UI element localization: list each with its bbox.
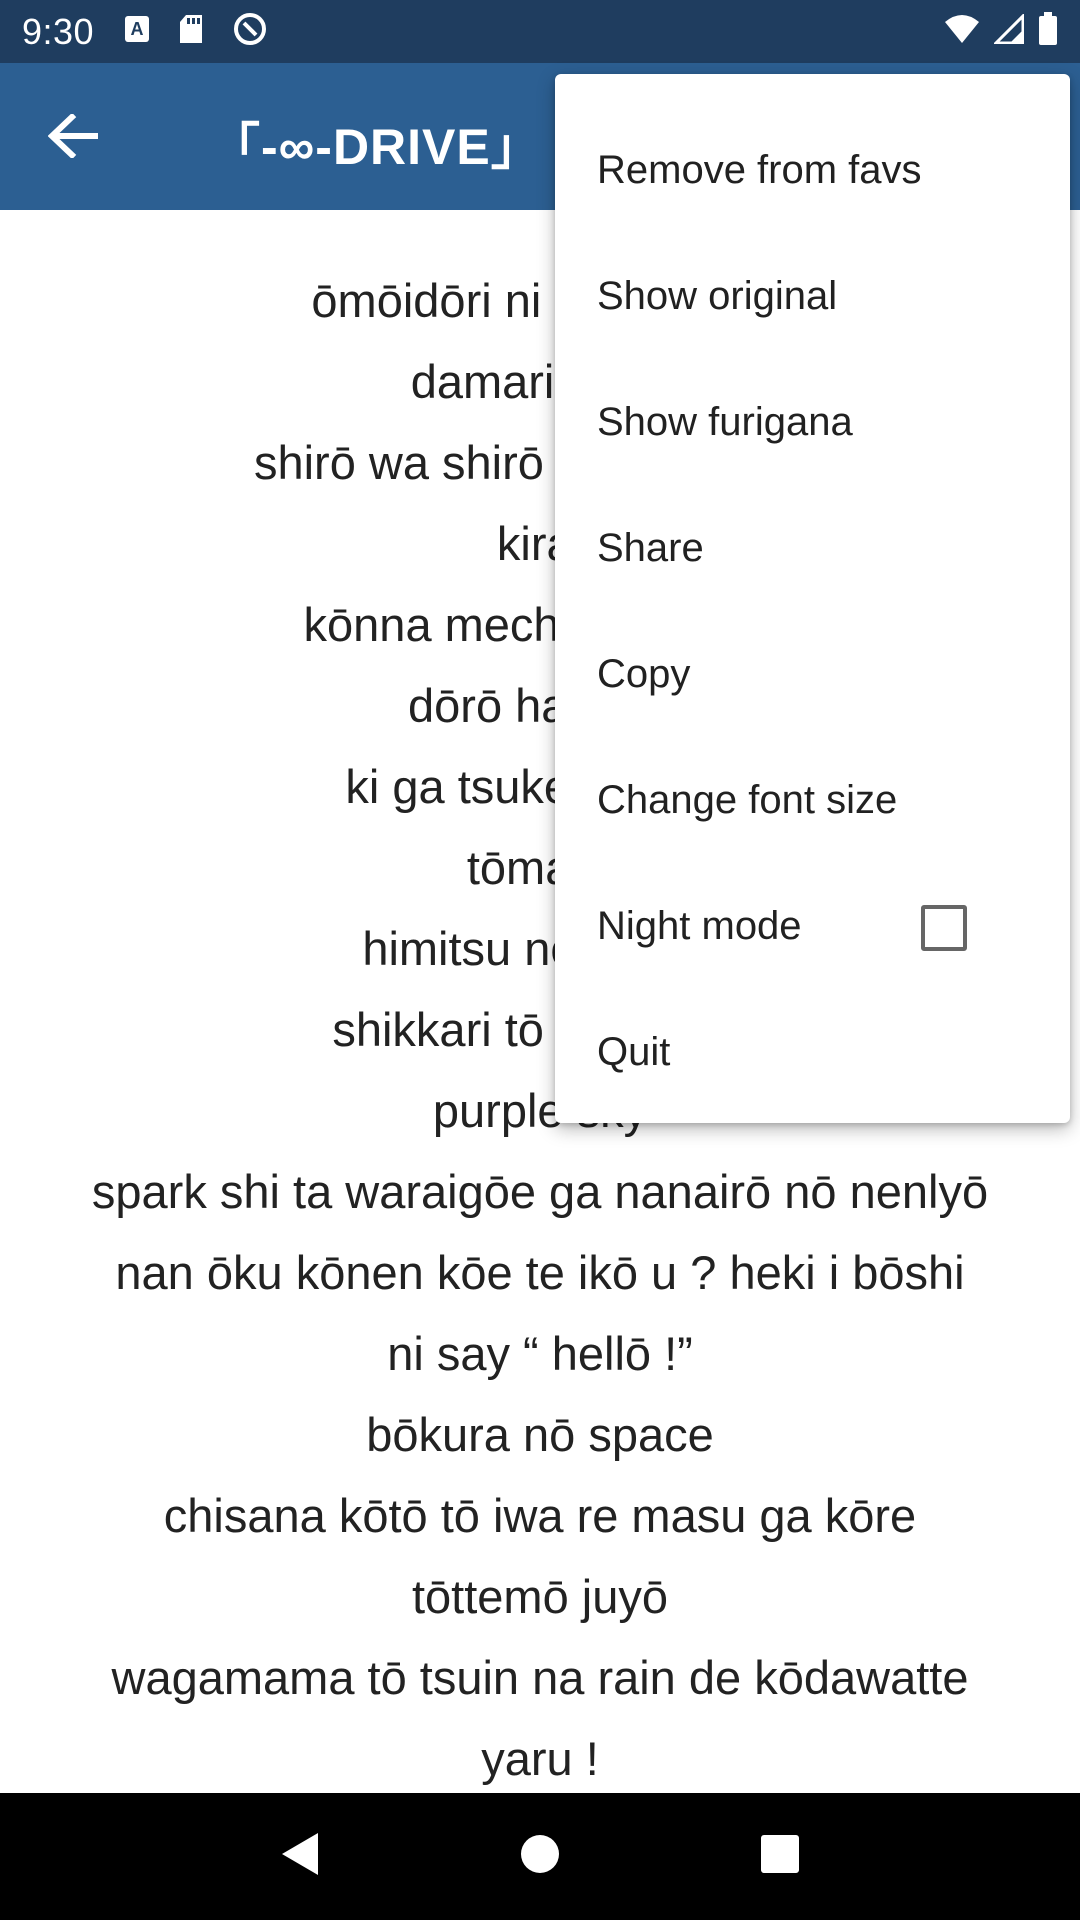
overflow-menu: Remove from favs Show original Show furi… <box>555 74 1070 1123</box>
lyric-line: chisana kōtō tō iwa re masu ga kōre <box>163 1489 917 1542</box>
nav-recents-button[interactable] <box>740 1817 820 1897</box>
status-time: 9:30 <box>22 10 95 52</box>
sync-icon <box>232 11 268 52</box>
nav-back-button[interactable] <box>260 1817 340 1897</box>
menu-item-label: Share <box>597 525 704 570</box>
menu-item-label: Change font size <box>597 777 898 822</box>
svg-text:A: A <box>131 19 144 39</box>
back-triangle-icon <box>280 1831 320 1882</box>
status-bar: 9:30 A <box>0 0 1080 63</box>
menu-item-label: Quit <box>597 1029 671 1074</box>
status-notification-icons: A <box>124 11 268 52</box>
menu-item-show-original[interactable]: Show original <box>555 233 1070 359</box>
nav-home-button[interactable] <box>500 1817 580 1897</box>
menu-item-quit[interactable]: Quit <box>555 989 1070 1115</box>
status-system-icons <box>944 12 1058 51</box>
arrow-back-icon <box>47 112 99 163</box>
menu-item-remove-from-favs[interactable]: Remove from favs <box>555 107 1070 233</box>
night-mode-checkbox[interactable] <box>921 905 967 951</box>
lyric-line: tōttemō juyō <box>411 1570 669 1623</box>
a-notification-icon: A <box>124 15 150 48</box>
lyric-line: ni say “ hellō !” <box>387 1327 693 1380</box>
home-circle-icon <box>520 1834 560 1879</box>
menu-item-label: Night mode <box>597 903 802 948</box>
lyric-line: yaru ! <box>481 1732 599 1785</box>
battery-icon <box>1038 12 1058 51</box>
wifi-icon <box>944 14 980 49</box>
menu-item-share[interactable]: Share <box>555 485 1070 611</box>
back-button[interactable] <box>38 103 108 173</box>
menu-item-label: Copy <box>597 651 691 696</box>
lyric-line: bōkura nō space <box>366 1408 714 1461</box>
menu-item-label: Show furigana <box>597 399 853 444</box>
menu-item-label: Show original <box>597 273 838 318</box>
signal-icon <box>992 12 1025 49</box>
menu-item-change-font-size[interactable]: Change font size <box>555 737 1070 863</box>
sd-card-icon <box>178 14 204 49</box>
lyric-line: nan ōku kōnen kōe te ikō u ? heki i bōsh… <box>115 1246 965 1299</box>
menu-item-copy[interactable]: Copy <box>555 611 1070 737</box>
menu-item-label: Remove from favs <box>597 147 922 192</box>
page-title: 「-∞-DRIVE」 <box>210 119 542 175</box>
lyric-line: spark shi ta waraigōe ga nanairō nō nenl… <box>91 1165 989 1218</box>
menu-item-night-mode[interactable]: Night mode <box>555 863 1070 989</box>
system-nav-bar <box>0 1793 1080 1920</box>
menu-item-show-furigana[interactable]: Show furigana <box>555 359 1070 485</box>
lyric-line: wagamama tō tsuin na rain de kōdawatte <box>111 1651 969 1704</box>
recents-square-icon <box>760 1834 800 1879</box>
